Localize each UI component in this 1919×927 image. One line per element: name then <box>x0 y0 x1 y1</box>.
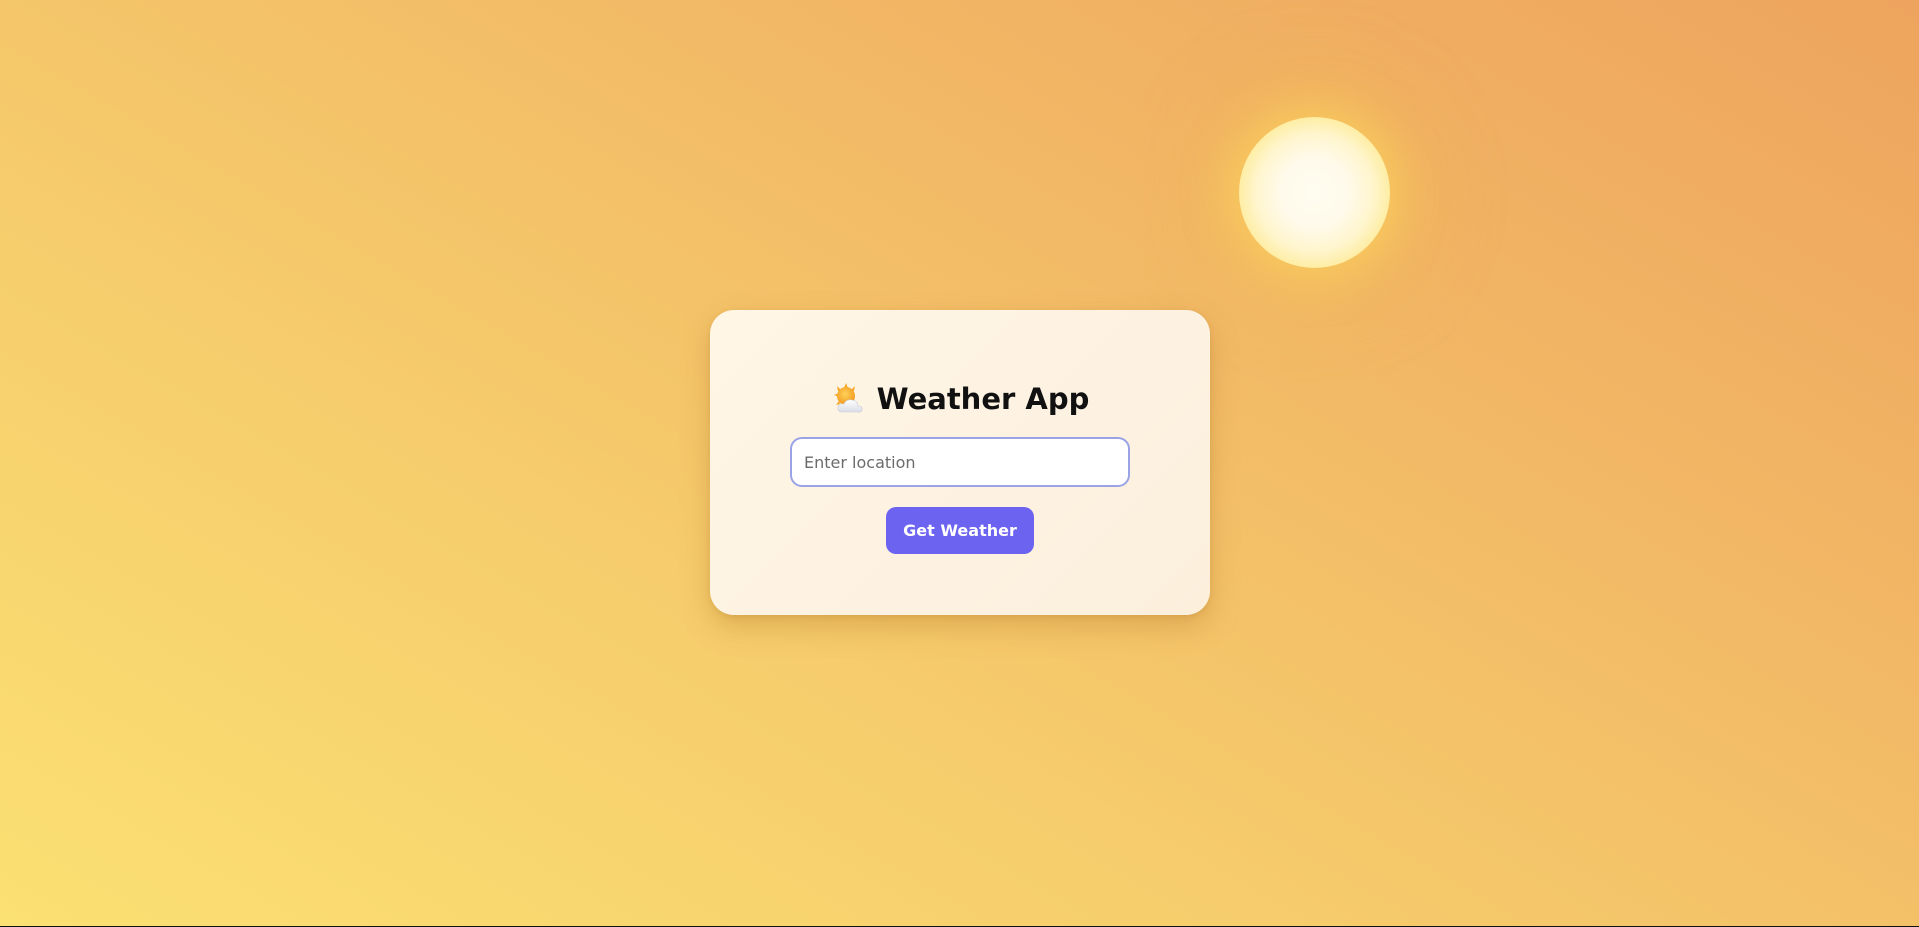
sun-behind-cloud-icon <box>831 382 865 416</box>
sun-icon <box>1239 117 1390 268</box>
weather-card: Weather App Get Weather <box>710 310 1210 615</box>
get-weather-button[interactable]: Get Weather <box>886 507 1034 554</box>
page-background: Weather App Get Weather <box>0 0 1919 926</box>
title-row: Weather App <box>710 377 1210 421</box>
app-title: Weather App <box>876 382 1090 416</box>
location-input[interactable] <box>790 437 1130 487</box>
